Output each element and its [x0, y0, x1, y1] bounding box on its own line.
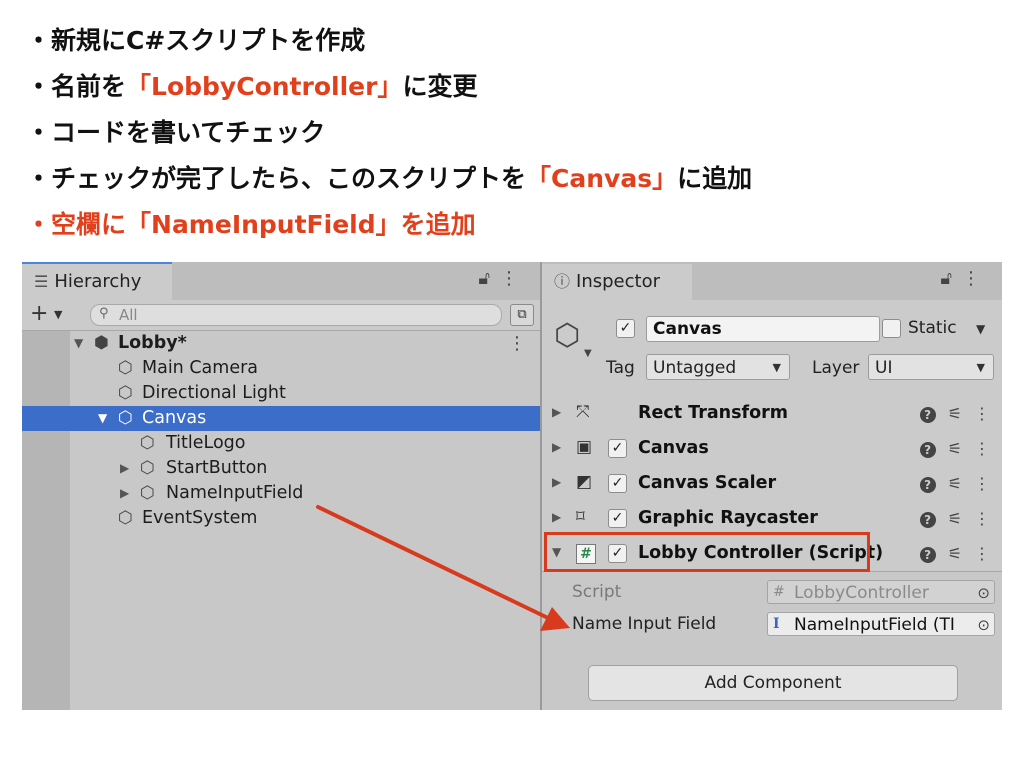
instruction-line-1: ・新規にC#スクリプトを作成: [26, 26, 366, 55]
gameobject-cube-icon: ⬡: [140, 433, 155, 453]
chevron-down-icon[interactable]: ▼: [54, 308, 62, 321]
tree-row[interactable]: ⬡ TitleLogo: [22, 431, 540, 456]
unity-scene-icon: ⬢: [94, 333, 109, 353]
hierarchy-toolbar: + ▼ ⚲ All ⧉: [22, 300, 540, 331]
more-menu-icon[interactable]: ⋮: [974, 466, 990, 501]
chevron-down-icon[interactable]: ▼: [976, 322, 985, 336]
script-field: # LobbyController ⊙: [767, 580, 995, 604]
property-name-input-field: Name Input Field I NameInputField (TI ⊙: [542, 609, 1002, 639]
tree-row[interactable]: ▶ ⬡ StartButton: [22, 456, 540, 481]
instruction-line-4: ・チェックが完了したら、このスクリプトを「Canvas」に追加: [26, 164, 753, 193]
tree-row-scene[interactable]: ▼ ⬢ Lobby* ⋮: [22, 331, 540, 356]
rect-transform-icon: ⤧: [576, 402, 590, 422]
help-icon[interactable]: ?: [919, 442, 936, 458]
component-rect-transform[interactable]: ▶ ⤧ Rect Transform ? ⚟ ⋮: [542, 396, 1002, 432]
more-menu-icon[interactable]: ⋮: [962, 268, 990, 289]
canvas-scaler-icon: ◩: [576, 472, 593, 492]
instruction-line-3: ・コードを書いてチェック: [26, 118, 326, 147]
expand-arrow-icon[interactable]: ▶: [552, 475, 561, 489]
help-icon[interactable]: ?: [919, 512, 936, 528]
unity-editor: ☰ Hierarchy 🔓︎⋮ + ▼ ⚲ All ⧉ ▼ ⬢ Lobby* ⋮ …: [22, 262, 1002, 710]
object-picker-icon: ⊙: [977, 584, 990, 602]
component-enabled-checkbox[interactable]: ✓: [608, 474, 627, 493]
gameobject-cube-icon: ⬡: [118, 358, 133, 378]
component-enabled-checkbox[interactable]: ✓: [608, 439, 627, 458]
text-input-icon: I: [773, 616, 780, 632]
tab-inspector[interactable]: ⓘ Inspector: [542, 262, 692, 300]
preset-sliders-icon[interactable]: ⚟: [948, 536, 962, 571]
lock-icon[interactable]: 🔓︎: [478, 268, 500, 289]
chevron-down-icon: ▼: [976, 361, 985, 374]
property-script: Script # LobbyController ⊙: [542, 577, 1002, 607]
more-menu-icon[interactable]: ⋮: [974, 501, 990, 536]
gameobject-cube-icon: ⬡: [118, 508, 133, 528]
layer-dropdown[interactable]: UI ▼: [868, 354, 994, 380]
more-menu-icon[interactable]: ⋮: [974, 396, 990, 431]
expand-arrow-icon[interactable]: ▶: [552, 405, 561, 419]
inspector-panel: ⓘ Inspector 🔓︎⋮ ⬡ ▼ ✓ Canvas Static ▼ Tag…: [542, 262, 1002, 710]
more-menu-icon[interactable]: ⋮: [500, 268, 528, 289]
more-menu-icon[interactable]: ⋮: [974, 536, 990, 571]
instruction-line-2: ・名前を「LobbyController」に変更: [26, 72, 478, 101]
highlight-text: 「Canvas」: [526, 164, 678, 193]
inspector-header: ⬡ ▼ ✓ Canvas Static ▼ Tag Untagged ▼ Laye…: [542, 300, 1002, 403]
active-checkbox[interactable]: ✓: [616, 319, 635, 338]
tag-dropdown[interactable]: Untagged ▼: [646, 354, 790, 380]
lock-icon[interactable]: 🔓︎: [940, 268, 962, 289]
gameobject-cube-icon: ⬡: [140, 458, 155, 478]
preset-sliders-icon[interactable]: ⚟: [948, 396, 962, 431]
help-icon[interactable]: ?: [919, 547, 936, 563]
name-input-field-object-field[interactable]: I NameInputField (TI ⊙: [767, 612, 995, 636]
expand-arrow-icon[interactable]: ▶: [120, 481, 129, 506]
tree-row[interactable]: ⬡ EventSystem: [22, 506, 540, 531]
highlight-text: 「LobbyController」: [126, 72, 403, 101]
gameobject-cube-icon[interactable]: ⬡: [554, 318, 580, 353]
expand-arrow-icon[interactable]: ▶: [552, 510, 561, 524]
gameobject-cube-icon: ⬡: [140, 483, 155, 503]
add-component-button[interactable]: Add Component: [588, 665, 958, 701]
instructions: ・新規にC#スクリプトを作成 ・名前を「LobbyController」に変更 …: [26, 18, 1006, 248]
tree-row[interactable]: ⬡ Directional Light: [22, 381, 540, 406]
expand-arrow-icon[interactable]: ▼: [74, 331, 83, 356]
help-icon[interactable]: ?: [919, 407, 936, 423]
chevron-down-icon[interactable]: ▼: [584, 348, 592, 359]
component-canvas-scaler[interactable]: ▶ ◩ ✓ Canvas Scaler ? ⚟ ⋮: [542, 466, 1002, 502]
raycaster-icon: ⌑: [576, 507, 585, 527]
more-menu-icon[interactable]: ⋮: [508, 331, 526, 356]
static-checkbox[interactable]: [882, 319, 901, 338]
preset-sliders-icon[interactable]: ⚟: [948, 431, 962, 466]
object-picker-icon[interactable]: ⊙: [975, 613, 990, 635]
more-menu-icon[interactable]: ⋮: [974, 431, 990, 466]
gameobject-cube-icon: ⬡: [118, 408, 133, 428]
highlight-box: [544, 532, 870, 572]
component-canvas[interactable]: ▶ ▣ ✓ Canvas ? ⚟ ⋮: [542, 431, 1002, 467]
info-icon: ⓘ: [554, 272, 571, 291]
tree-row-selected[interactable]: ▼ ⬡ Canvas: [22, 406, 540, 431]
csharp-script-icon: #: [773, 584, 785, 600]
tree-row[interactable]: ⬡ Main Camera: [22, 356, 540, 381]
list-icon: ☰: [34, 272, 49, 291]
expand-arrow-icon[interactable]: ▶: [552, 440, 561, 454]
expand-arrow-icon[interactable]: ▼: [98, 406, 107, 431]
create-plus-icon[interactable]: +: [30, 301, 48, 326]
search-icon: ⚲: [99, 306, 109, 321]
gameobject-cube-icon: ⬡: [118, 383, 133, 403]
help-icon[interactable]: ?: [919, 477, 936, 493]
search-input[interactable]: ⚲ All: [90, 304, 502, 326]
component-enabled-checkbox[interactable]: ✓: [608, 509, 627, 528]
hierarchy-tabbar: ☰ Hierarchy 🔓︎⋮: [22, 262, 540, 300]
expand-arrow-icon[interactable]: ▶: [120, 456, 129, 481]
hierarchy-panel: ☰ Hierarchy 🔓︎⋮ + ▼ ⚲ All ⧉ ▼ ⬢ Lobby* ⋮ …: [22, 262, 540, 710]
preset-sliders-icon[interactable]: ⚟: [948, 501, 962, 536]
inspector-tabbar: ⓘ Inspector 🔓︎⋮: [542, 262, 1002, 300]
object-name-field[interactable]: Canvas: [646, 316, 880, 342]
preset-sliders-icon[interactable]: ⚟: [948, 466, 962, 501]
chevron-down-icon: ▼: [772, 361, 781, 374]
instruction-line-5: ・空欄に「NameInputField」を追加: [26, 210, 476, 239]
canvas-icon: ▣: [576, 437, 593, 457]
tree-row[interactable]: ▶ ⬡ NameInputField: [22, 481, 540, 506]
tab-hierarchy[interactable]: ☰ Hierarchy: [22, 262, 172, 300]
scene-visibility-button[interactable]: ⧉: [510, 304, 534, 326]
